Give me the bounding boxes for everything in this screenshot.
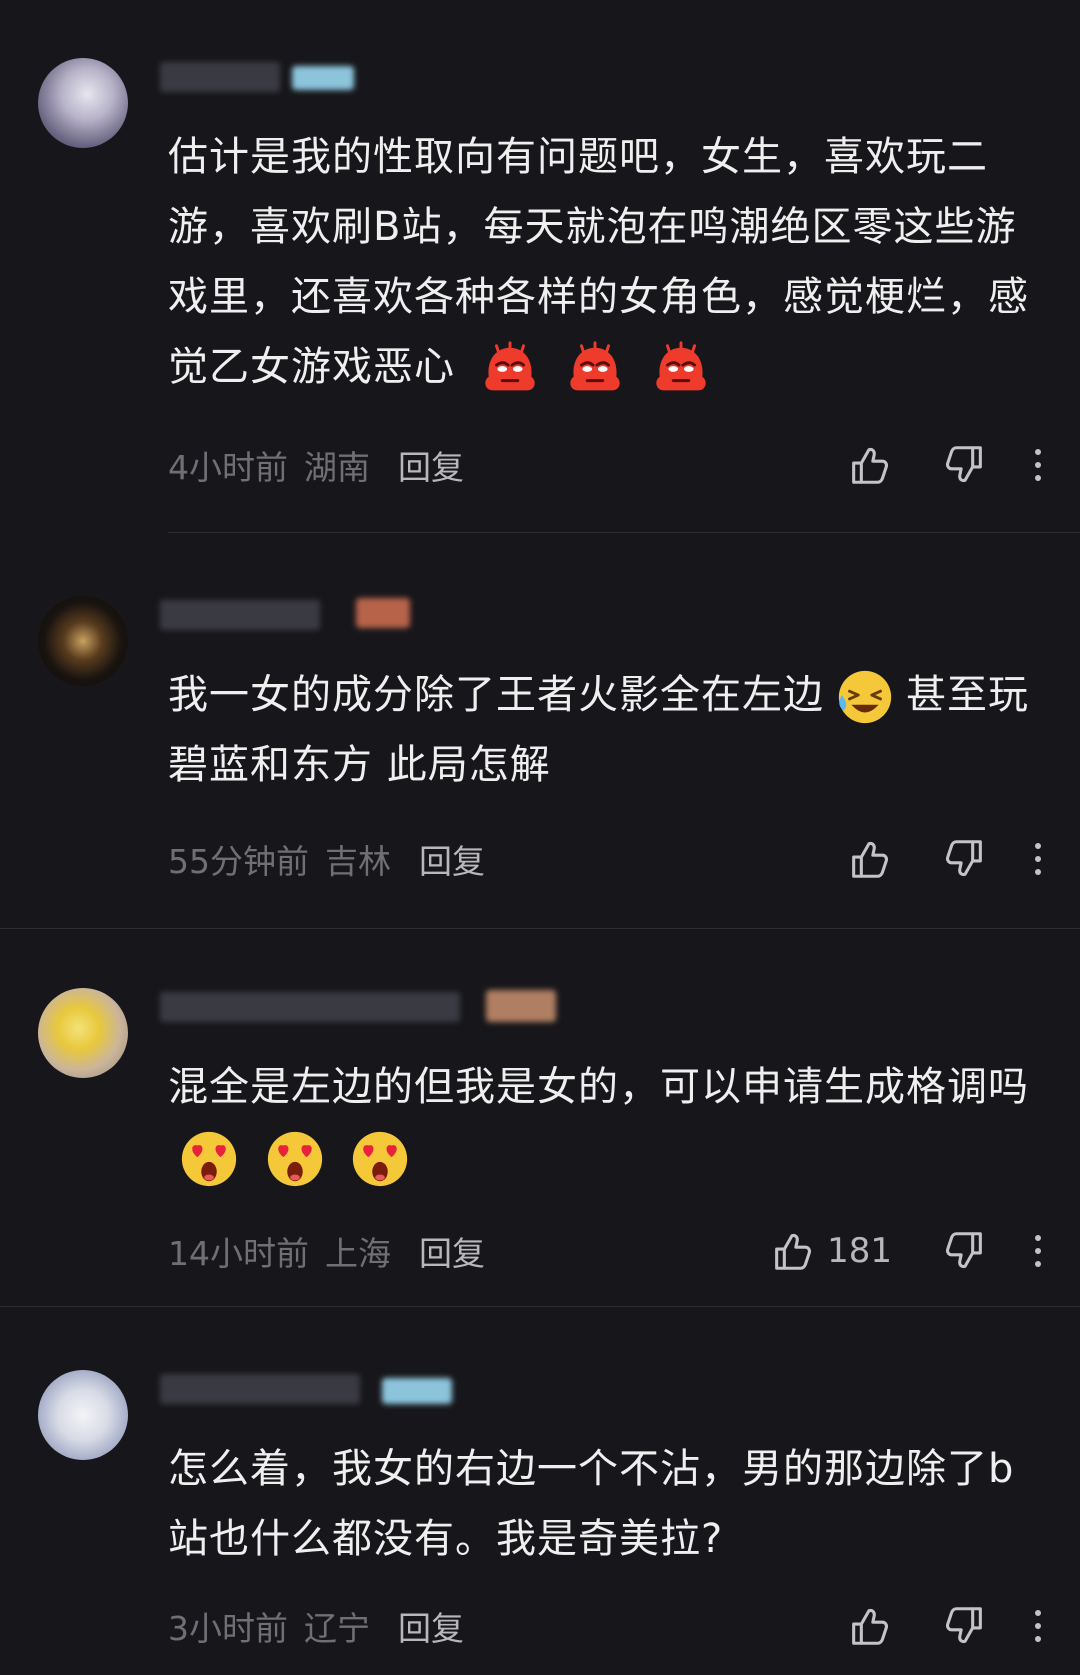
avatar[interactable] [38,58,128,148]
location: 吉林 [325,842,391,881]
thumb-down-icon [942,1228,988,1274]
username-redacted[interactable] [160,1362,480,1406]
location: 湖南 [304,448,370,487]
reply-button[interactable]: 回复 [398,441,464,489]
dislike-button[interactable] [942,1228,988,1274]
avatar[interactable] [38,596,128,686]
location: 上海 [325,1234,391,1273]
thumb-down-icon [942,836,988,882]
more-options-icon[interactable] [1028,843,1048,875]
reply-button[interactable]: 回复 [419,1227,485,1275]
username-redacted[interactable] [160,588,440,632]
heart-eyes-emoji [264,1128,326,1190]
divider [0,1306,1080,1307]
like-button[interactable]: 181 [769,1228,892,1274]
laugh-cry-emoji [834,666,896,728]
comment-meta: 14小时前 上海 回复 [168,1226,485,1276]
more-options-icon[interactable] [1028,1610,1048,1642]
comment-text: 混全是左边的但我是女的，可以申请生成格调吗 [168,1052,1048,1192]
like-button[interactable] [846,442,892,488]
comment-text: 怎么着，我女的右边一个不沾，男的那边除了b站也什么都没有。我是奇美拉? [168,1446,1015,1562]
thumb-up-icon [846,442,892,488]
thumb-up-icon [846,1603,892,1649]
comment-meta: 4小时前 湖南 回复 [168,440,464,490]
comment-text: 我一女的成分除了王者火影全在左边 甚至玩碧蓝和东方 此局怎解 [168,660,1048,800]
timestamp: 55分钟前 [168,842,309,881]
thumb-up-icon [846,836,892,882]
thumb-down-icon [942,442,988,488]
timestamp: 4小时前 [168,448,288,487]
thumb-down-icon [942,1603,988,1649]
comment-text: 估计是我的性取向有问题吧，女生，喜欢玩二游，喜欢刷B站，每天就泡在鸣潮绝区零这些… [168,122,1048,402]
angry-blob-emoji [479,338,541,400]
more-options-icon[interactable] [1028,449,1048,481]
heart-eyes-emoji [178,1128,240,1190]
reply-button[interactable]: 回复 [398,1602,464,1650]
avatar[interactable] [38,988,128,1078]
comment-meta: 3小时前 辽宁 回复 [168,1601,464,1651]
dislike-button[interactable] [942,1603,988,1649]
reply-button[interactable]: 回复 [419,835,485,883]
username-redacted[interactable] [160,50,380,94]
comment-meta: 55分钟前 吉林 回复 [168,834,485,884]
more-options-icon[interactable] [1028,1235,1048,1267]
angry-blob-emoji [564,338,626,400]
like-button[interactable] [846,836,892,882]
location: 辽宁 [304,1609,370,1648]
divider [168,532,1080,533]
avatar[interactable] [38,1370,128,1460]
heart-eyes-emoji [349,1128,411,1190]
username-redacted[interactable] [160,980,560,1024]
dislike-button[interactable] [942,442,988,488]
timestamp: 14小时前 [168,1234,309,1273]
like-button[interactable] [846,1603,892,1649]
divider [0,928,1080,929]
timestamp: 3小时前 [168,1609,288,1648]
angry-blob-emoji [650,338,712,400]
thumb-up-icon [769,1228,815,1274]
like-count: 181 [827,1231,892,1271]
dislike-button[interactable] [942,836,988,882]
